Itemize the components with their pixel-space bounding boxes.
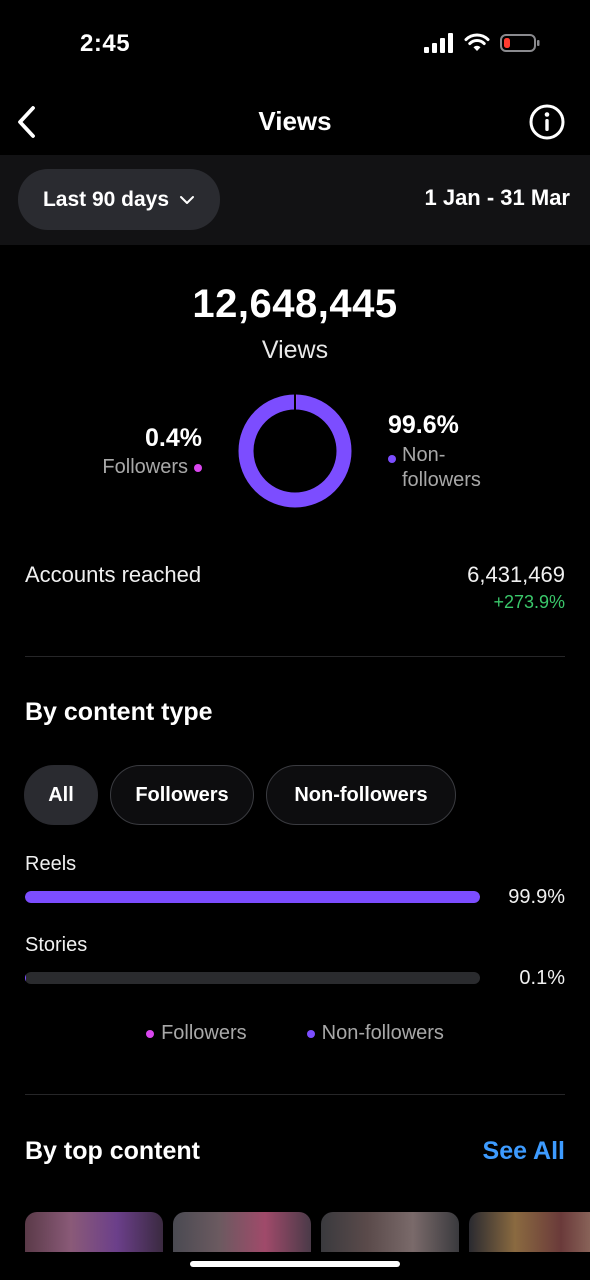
reels-label: Reels <box>25 853 77 875</box>
followers-pct: 0.4% <box>145 424 202 452</box>
wifi-icon <box>464 33 490 51</box>
see-all-link[interactable]: See All <box>483 1137 565 1166</box>
non-followers-stat: 99.6% Non-followers <box>388 411 502 493</box>
legend-non-followers-label: Non-followers <box>321 1022 444 1044</box>
status-time: 2:45 <box>80 30 131 57</box>
followers-legend: Followers <box>102 456 202 479</box>
date-range-button[interactable]: Last 90 days <box>18 169 220 230</box>
status-bar: 2:45 <box>0 0 590 90</box>
followers-stat: 0.4% Followers <box>102 424 202 479</box>
page-title: Views <box>258 106 332 136</box>
nav-bar: Views <box>0 92 590 152</box>
content-thumbnail[interactable] <box>173 1212 311 1252</box>
non-followers-dot <box>388 455 396 463</box>
home-indicator <box>190 1261 400 1267</box>
reels-bar-fill <box>25 891 480 903</box>
total-views-value: 12,648,445 <box>192 282 398 326</box>
top-content-thumbnails <box>25 1212 590 1252</box>
chip-non-followers[interactable]: Non-followers <box>266 765 456 825</box>
content-type-title: By content type <box>25 698 213 726</box>
legend-non-followers: Non-followers <box>306 1022 444 1045</box>
reels-pct: 99.9% <box>508 886 565 908</box>
views-donut-chart <box>238 394 352 508</box>
battery-low-icon <box>500 34 540 52</box>
stories-label: Stories <box>25 934 88 956</box>
info-button[interactable] <box>528 103 566 141</box>
filter-bar: Last 90 days 1 Jan - 31 Mar <box>0 155 590 245</box>
stories-bar <box>25 972 480 984</box>
status-icons <box>424 33 540 53</box>
content-thumbnail[interactable] <box>321 1212 459 1252</box>
followers-dot <box>194 463 202 472</box>
accounts-reached-change: +273.9% <box>493 592 565 612</box>
legend-non-followers-dot <box>306 1029 315 1038</box>
info-icon <box>529 104 565 140</box>
legend-followers-dot <box>146 1029 155 1038</box>
divider <box>25 1094 565 1095</box>
legend-followers-label: Followers <box>161 1022 247 1044</box>
followers-label: Followers <box>102 456 188 478</box>
signal-icon <box>424 33 453 53</box>
chip-followers[interactable]: Followers <box>110 765 254 825</box>
non-followers-legend: Non-followers <box>388 443 502 493</box>
date-range-label: 1 Jan - 31 Mar <box>424 185 570 210</box>
accounts-reached-label: Accounts reached <box>25 562 202 587</box>
donut-non-followers-segment <box>238 394 352 508</box>
non-followers-label: Non-followers <box>402 444 481 491</box>
content-type-legend: Followers Non-followers <box>0 1022 590 1045</box>
chip-all[interactable]: All <box>24 765 98 825</box>
accounts-reached-value: 6,431,469 <box>467 562 565 587</box>
total-views-label: Views <box>261 336 329 364</box>
non-followers-pct: 99.6% <box>388 411 459 439</box>
date-range-button-label: Last 90 days <box>42 187 170 211</box>
divider <box>25 656 565 657</box>
content-thumbnail[interactable] <box>469 1212 590 1252</box>
top-content-title: By top content <box>25 1137 200 1165</box>
stories-pct: 0.1% <box>519 967 565 989</box>
legend-followers: Followers <box>146 1022 247 1045</box>
content-thumbnail[interactable] <box>25 1212 163 1252</box>
reels-bar <box>25 891 480 903</box>
chevron-down-icon <box>180 195 195 204</box>
